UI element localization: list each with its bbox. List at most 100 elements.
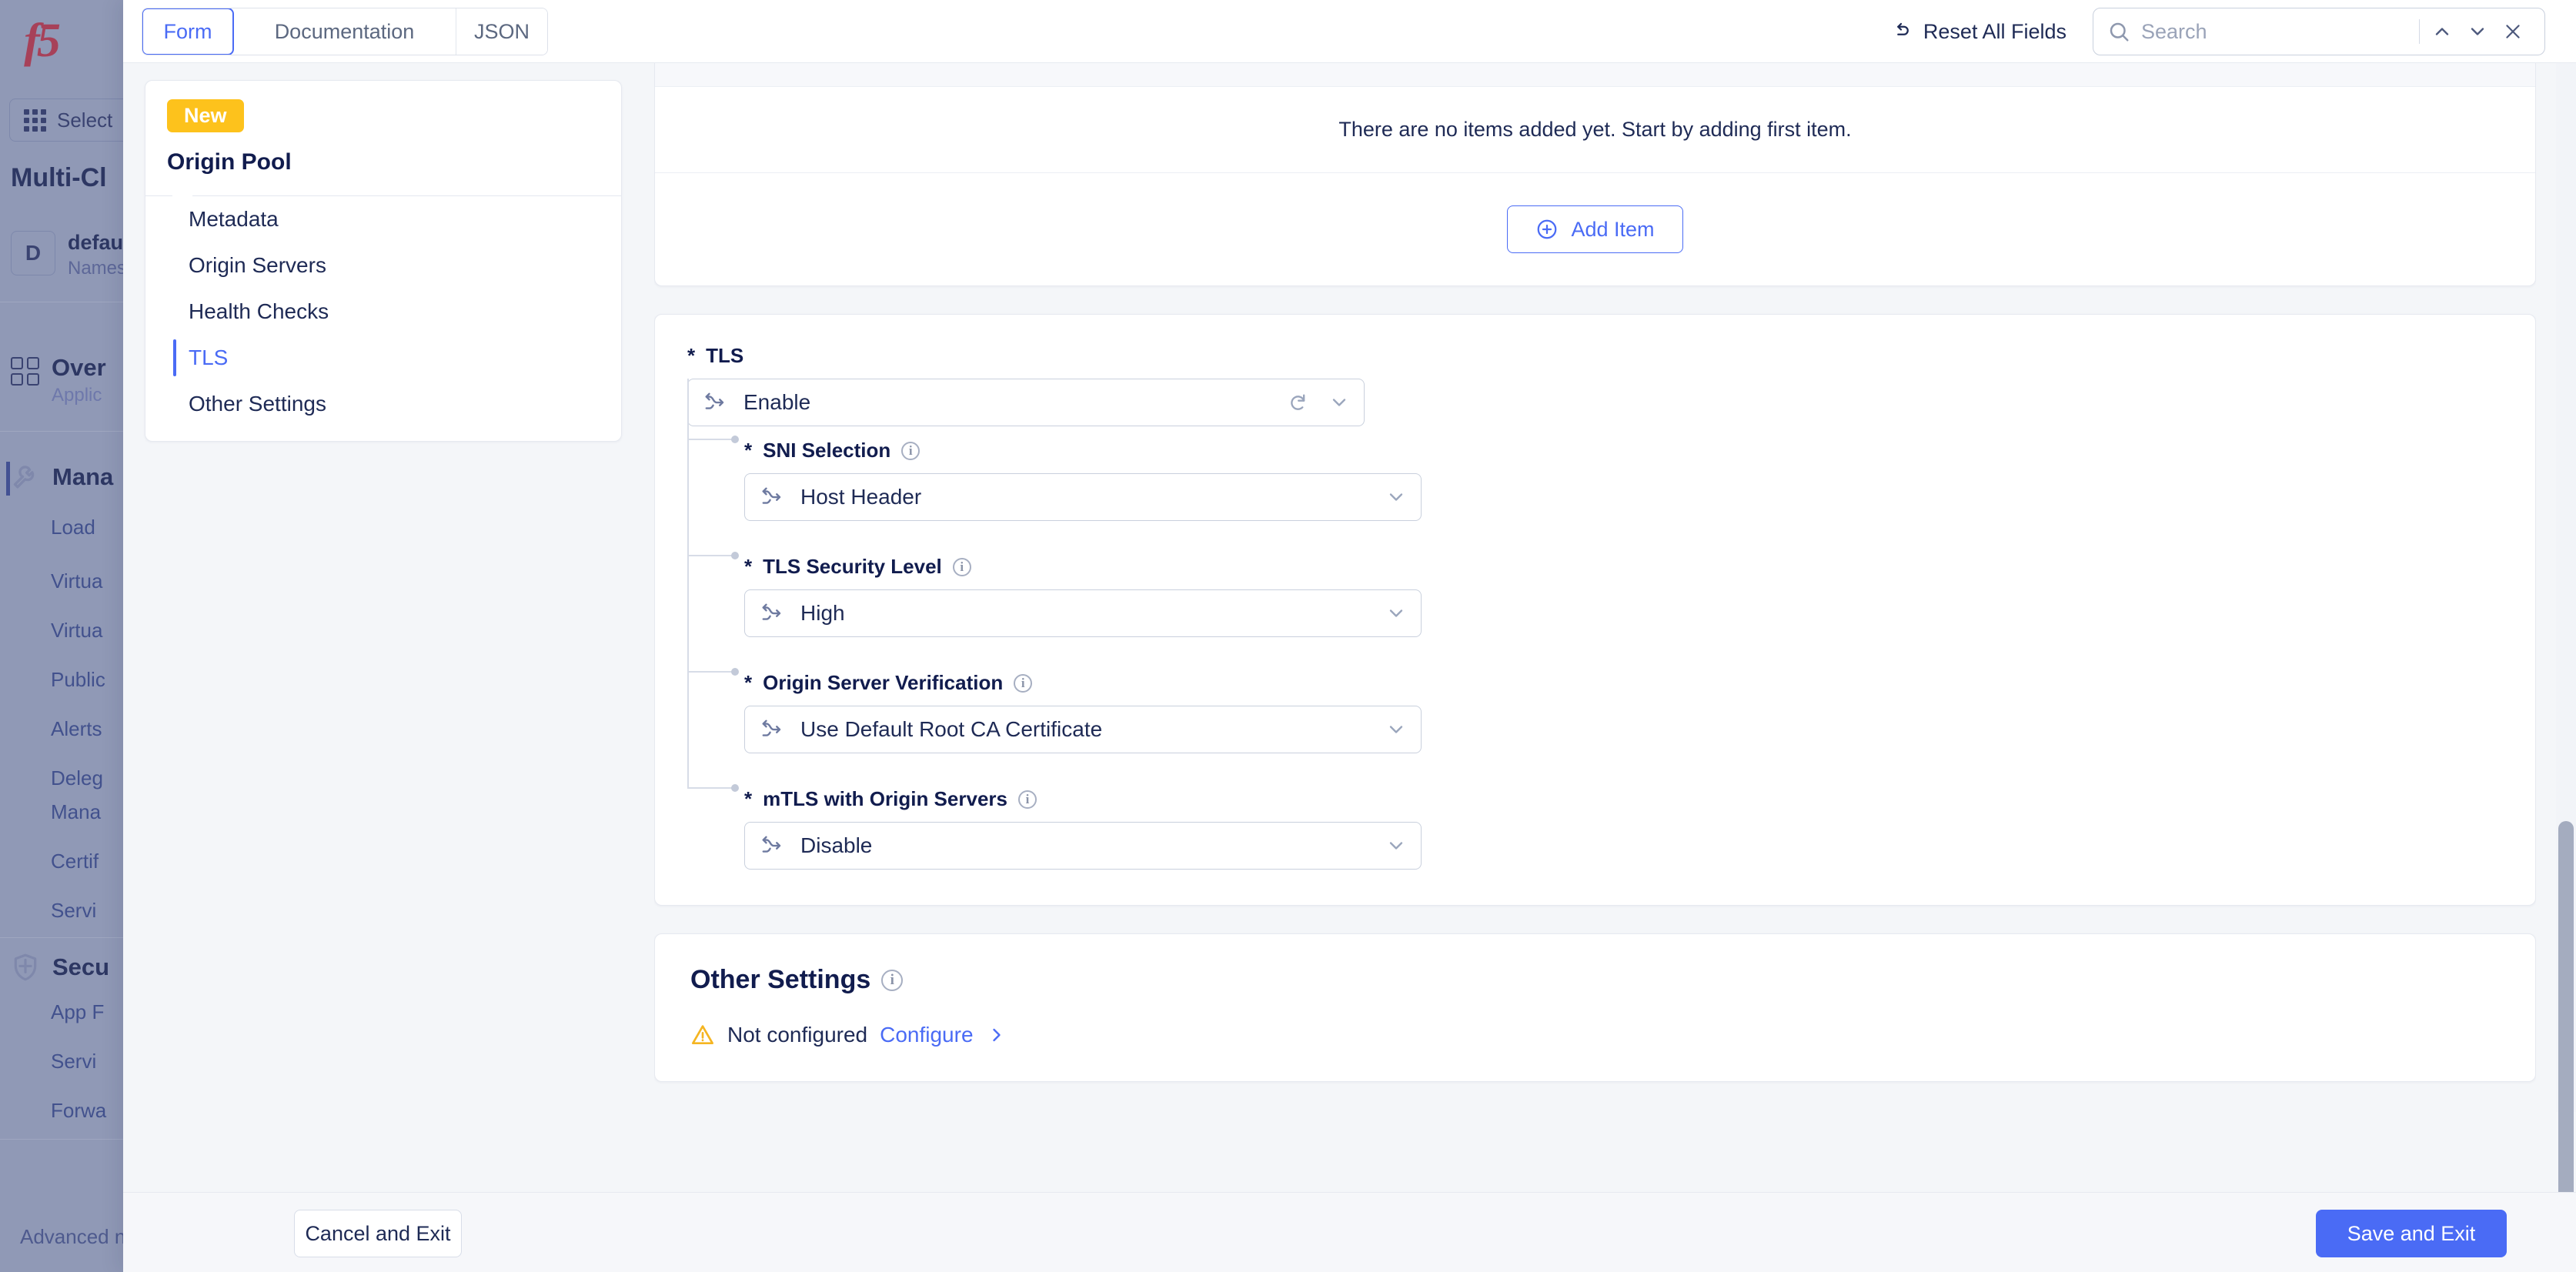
tab-documentation[interactable]: Documentation (233, 8, 456, 55)
mtls-with-origin-servers-label: * mTLS with Origin Servers i (744, 787, 2535, 811)
search-icon (2110, 22, 2129, 42)
chevron-down-icon (2471, 28, 2484, 35)
search-divider (2419, 19, 2420, 44)
status-text: Not configured (727, 1023, 868, 1047)
tree-connector (687, 784, 739, 792)
origin-server-verification-field: * Origin Server Verification i Use Defau… (687, 668, 2535, 753)
view-mode-tabs: Form Documentation JSON (142, 8, 548, 55)
tab-form[interactable]: Form (142, 8, 234, 55)
info-icon[interactable]: i (952, 557, 971, 576)
cancel-and-exit-button[interactable]: Cancel and Exit (294, 1210, 462, 1257)
chevron-down-icon[interactable] (1385, 603, 1407, 624)
add-item-button[interactable]: Add Item (1507, 205, 1683, 253)
health-checks-table-card: Order Health Check object i Actions Ther… (654, 63, 2536, 286)
required-asterisk: * (744, 787, 753, 810)
required-asterisk: * (744, 671, 753, 694)
reset-all-fields-button[interactable]: Reset All Fields (1889, 20, 2066, 44)
info-icon[interactable]: i (901, 441, 920, 460)
mtls-with-origin-servers-select[interactable]: Disable (744, 822, 1422, 870)
chevron-right-icon[interactable] (986, 1024, 1007, 1046)
search-input[interactable] (2130, 19, 2414, 44)
reset-all-fields-label: Reset All Fields (1923, 19, 2066, 43)
mtls-with-origin-servers-value: Disable (800, 833, 873, 857)
tls-security-level-label: * TLS Security Level i (744, 555, 2535, 579)
tree-connector (687, 668, 739, 676)
search-prev-button[interactable] (2424, 14, 2460, 49)
tls-root-field: * TLS Enable (687, 344, 1365, 426)
other-settings-card: Other Settings i Not configured Configur… (654, 933, 2536, 1082)
info-icon[interactable]: i (1017, 790, 1037, 809)
field-label-text: SNI Selection (763, 439, 891, 462)
sidebar-item-tls[interactable]: TLS (145, 335, 621, 381)
other-settings-title: Other Settings i (690, 965, 2500, 995)
tls-enable-value: Enable (743, 390, 811, 414)
origin-server-verification-label: * Origin Server Verification i (744, 671, 2535, 695)
sidebar-item-label: Other Settings (189, 392, 326, 416)
shuffle-icon (762, 603, 781, 620)
select-controls (1385, 835, 1407, 856)
content-scrollbar-thumb[interactable] (2558, 821, 2574, 1256)
tree-connector (687, 436, 739, 443)
origin-server-verification-select[interactable]: Use Default Root CA Certificate (744, 706, 1422, 753)
tls-security-level-value: High (800, 601, 845, 625)
sni-selection-value: Host Header (800, 485, 922, 509)
tls-security-level-field: * TLS Security Level i High (687, 552, 2535, 637)
configure-link[interactable]: Configure (880, 1023, 973, 1047)
tls-security-level-select[interactable]: High (744, 589, 1422, 637)
select-controls (1385, 719, 1407, 740)
tls-child-fields: * SNI Selection i Host Header * TLS Secu… (687, 379, 2535, 870)
shuffle-icon (705, 392, 724, 409)
table-header-row: Order Health Check object i Actions (655, 63, 2535, 87)
content-scrollbar-track[interactable] (2556, 63, 2576, 1256)
tree-connector (687, 552, 739, 559)
chevron-down-icon[interactable] (1328, 392, 1350, 413)
sidebar-item-label: Health Checks (189, 299, 329, 323)
sidebar-item-origin-servers[interactable]: Origin Servers (145, 242, 621, 289)
tls-field-label: * TLS (687, 344, 1365, 368)
sni-selection-label: * SNI Selection i (744, 439, 2535, 462)
shuffle-icon (762, 719, 781, 736)
shuffle-icon (762, 836, 781, 853)
form-section-nav: New Origin Pool Metadata Origin Servers … (145, 80, 622, 442)
sidebar-item-metadata[interactable]: Metadata (145, 196, 621, 242)
add-item-label: Add Item (1571, 217, 1655, 241)
chevron-up-icon (2435, 28, 2449, 35)
new-badge: New (167, 99, 244, 132)
chevron-down-icon[interactable] (1385, 835, 1407, 856)
empty-state-message: There are no items added yet. Start by a… (655, 87, 2535, 173)
close-icon (2506, 25, 2520, 38)
tls-select-controls (1287, 392, 1350, 413)
tab-json[interactable]: JSON (456, 8, 547, 55)
other-settings-title-text: Other Settings (690, 965, 871, 994)
chevron-down-icon[interactable] (1385, 719, 1407, 740)
required-asterisk: * (687, 344, 696, 367)
modal-header: Form Documentation JSON Reset All Fields (123, 0, 2576, 63)
tls-enable-select[interactable]: Enable (687, 379, 1365, 426)
mtls-with-origin-servers-field: * mTLS with Origin Servers i Disable (687, 784, 2535, 870)
form-title: Origin Pool (167, 149, 292, 175)
sidebar-item-other-settings[interactable]: Other Settings (145, 381, 621, 427)
plus-circle-icon (1538, 219, 1557, 239)
shuffle-icon (762, 487, 781, 504)
undo-arrow-icon (1897, 22, 1909, 35)
search-box (2093, 8, 2545, 55)
other-settings-status: Not configured Configure (690, 1023, 2500, 1047)
form-nav-header: New Origin Pool (145, 81, 621, 196)
info-icon[interactable]: i (1014, 673, 1033, 693)
sni-selection-select[interactable]: Host Header (744, 473, 1422, 521)
tls-settings-card: * TLS Enable * SNI Selection i Host Head… (654, 314, 2536, 906)
modal-body: New Origin Pool Metadata Origin Servers … (123, 63, 2576, 1256)
sni-selection-field: * SNI Selection i Host Header (687, 436, 2535, 521)
sidebar-item-label: Metadata (189, 207, 279, 231)
field-label-text: mTLS with Origin Servers (763, 787, 1007, 810)
field-label-text: TLS Security Level (763, 555, 942, 578)
sidebar-item-health-checks[interactable]: Health Checks (145, 289, 621, 335)
form-content-column: Order Health Check object i Actions Ther… (654, 63, 2536, 1192)
save-and-exit-button[interactable]: Save and Exit (2316, 1210, 2507, 1257)
required-asterisk: * (744, 555, 753, 578)
info-icon[interactable]: i (881, 969, 904, 991)
chevron-down-icon[interactable] (1385, 486, 1407, 508)
search-next-button[interactable] (2460, 14, 2495, 49)
search-close-button[interactable] (2495, 14, 2531, 49)
refresh-icon[interactable] (1287, 392, 1308, 413)
